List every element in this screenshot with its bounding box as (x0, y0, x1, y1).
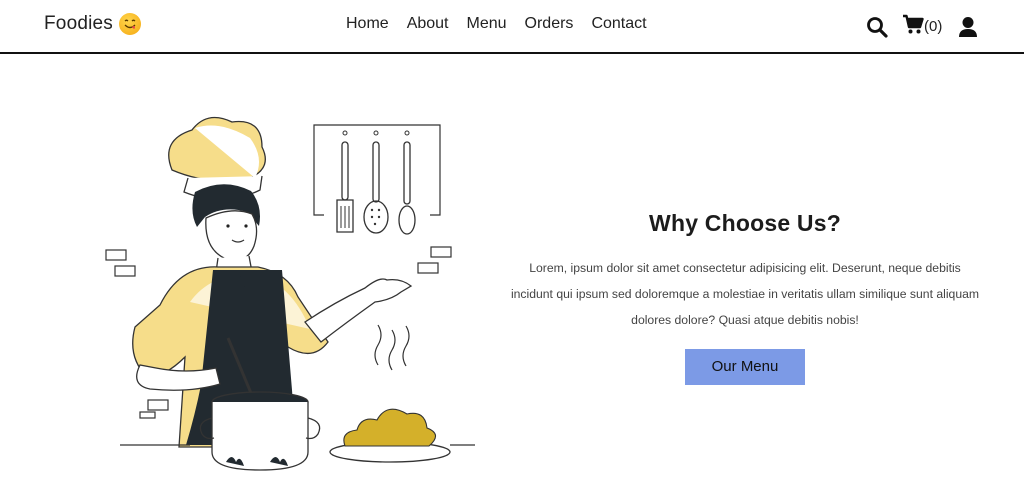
brand-logo[interactable]: Foodies (44, 13, 141, 35)
search-icon[interactable] (866, 16, 888, 38)
nav-contact[interactable]: Contact (591, 15, 646, 33)
header-actions: (0) (866, 13, 978, 40)
nav-menu[interactable]: Menu (467, 15, 507, 33)
nav-orders[interactable]: Orders (525, 15, 574, 33)
cart-icon (902, 13, 924, 40)
main-nav: Home About Menu Orders Contact (346, 15, 665, 33)
chef-cooking-illustration (100, 110, 490, 480)
nav-about[interactable]: About (407, 15, 449, 33)
user-icon[interactable] (958, 16, 978, 38)
smiling-face-icon (119, 13, 141, 35)
nav-home[interactable]: Home (346, 15, 389, 33)
section-description: Lorem, ipsum dolor sit amet consectetur … (510, 261, 980, 327)
section-title: Why Choose Us? (649, 210, 841, 236)
why-choose-us-section: Why Choose Us? Lorem, ipsum dolor sit am… (510, 210, 980, 385)
brand-name: Foodies (44, 13, 113, 34)
our-menu-button[interactable]: Our Menu (685, 349, 805, 385)
navbar: Foodies Home About Menu Orders Contact (… (0, 0, 1024, 54)
cart-button[interactable]: (0) (902, 13, 942, 40)
cart-count: (0) (924, 18, 943, 35)
